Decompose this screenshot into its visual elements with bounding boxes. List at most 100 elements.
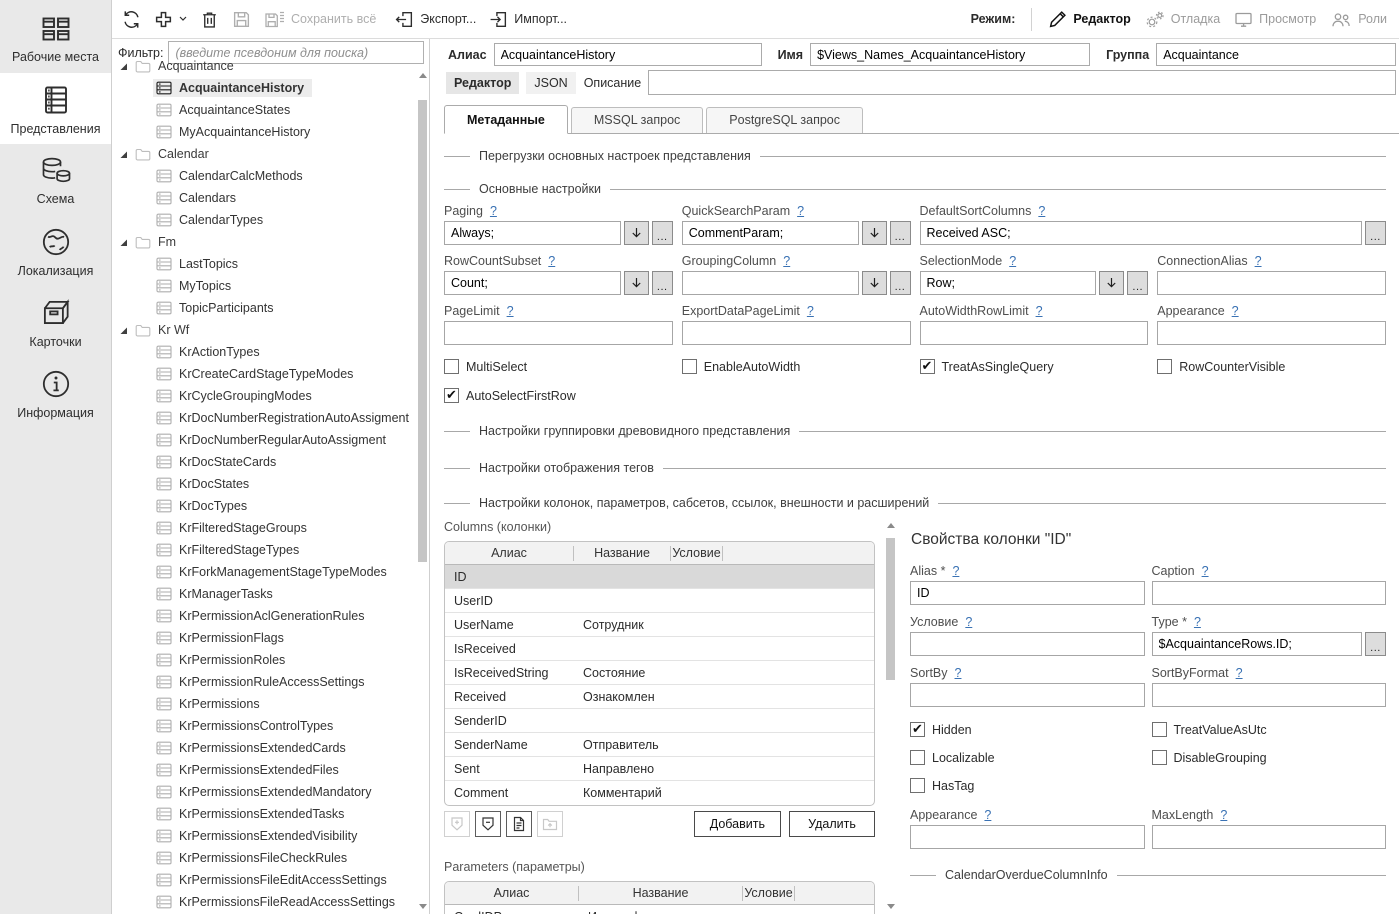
column-row[interactable]: UserName Сотрудник [445,613,874,637]
tree-node[interactable]: CalendarCalcMethods [112,165,416,187]
checkbox-row[interactable]: TreatAsSingleQuery [920,359,1149,374]
tree-node[interactable]: KrPermissionRoles [112,649,416,671]
tree-node[interactable]: KrPermissionsExtendedVisibility [112,825,416,847]
tree-node[interactable]: KrPermissionsExtendedTasks [112,803,416,825]
tree-scrollbar[interactable] [416,67,429,914]
help-link[interactable]: ? [490,204,497,218]
save-all-button[interactable]: Сохранить всё [264,10,376,29]
help-link[interactable]: ? [1038,204,1045,218]
import-button[interactable]: Импорт... [489,10,567,29]
groupingcolumn-more-button[interactable]: ... [890,271,911,295]
tree-node[interactable]: KrPermissionAclGenerationRules [112,605,416,627]
mode-editor[interactable]: Редактор [1048,10,1130,29]
column-condition-input[interactable] [910,632,1145,656]
rowcountsubset-dropdown-button[interactable] [624,271,649,295]
column-maxlength-input[interactable] [1152,825,1387,849]
column-row[interactable]: Sent Направлено [445,757,874,781]
rowcountsubset-more-button[interactable]: ... [652,271,673,295]
tree-node[interactable]: KrCycleGroupingModes [112,385,416,407]
rowcountsubset-input[interactable] [444,271,621,295]
sidebar-item-workplaces[interactable]: Рабочие места [0,2,111,73]
column-row[interactable]: IsReceivedString Состояние [445,661,874,685]
name-input[interactable] [810,43,1090,66]
tree-node[interactable]: Fm [112,231,416,253]
column-alias-input[interactable] [910,581,1145,605]
quicksearchparam-input[interactable] [682,221,859,245]
scroll-down-icon[interactable] [884,901,897,911]
tree-node[interactable]: AcquaintanceHistory [112,77,416,99]
tree-node[interactable]: KrDocStateCards [112,451,416,473]
tree-node[interactable]: KrForkManagementStageTypeModes [112,561,416,583]
columns-scrollbar[interactable] [884,517,897,914]
checkbox-row[interactable]: EnableAutoWidth [682,359,911,374]
group-input[interactable] [1156,43,1396,66]
tree-node[interactable]: LastTopics [112,253,416,275]
scrollbar-track[interactable] [884,530,897,901]
tree-node[interactable]: TopicParticipants [112,297,416,319]
selectionmode-input[interactable] [920,271,1097,295]
add-button[interactable] [154,10,187,29]
tree-node[interactable]: KrPermissionsExtendedFiles [112,759,416,781]
delete-column-button[interactable]: Удалить [789,811,875,837]
tree-node[interactable]: Calendars [112,187,416,209]
help-link[interactable]: ? [783,254,790,268]
quicksearchparam-more-button[interactable]: ... [890,221,911,245]
checkbox[interactable] [682,359,697,374]
help-link[interactable]: ? [1036,304,1043,318]
column-row[interactable]: UserID [445,589,874,613]
tree-node[interactable]: MyTopics [112,275,416,297]
tree-node[interactable]: KrPermissionFlags [112,627,416,649]
expand-arrow-icon[interactable] [119,238,132,247]
tree-node[interactable]: KrPermissionsFileCheckRules [112,847,416,869]
paging-more-button[interactable]: ... [652,221,673,245]
tree-node[interactable]: Acquaintance [112,55,416,77]
column-row[interactable]: ID [445,565,874,589]
expand-arrow-icon[interactable] [119,150,132,159]
help-link[interactable]: ? [965,615,972,629]
tree-node[interactable]: KrManagerTasks [112,583,416,605]
sidebar-item-schema[interactable]: Схема [0,144,111,215]
pagelimit-input[interactable] [444,321,673,345]
checkbox-row[interactable]: RowCounterVisible [1157,359,1386,374]
help-link[interactable]: ? [1194,615,1201,629]
tree-node[interactable]: CalendarTypes [112,209,416,231]
checkbox-row[interactable]: Localizable [910,750,1145,765]
help-link[interactable]: ? [507,304,514,318]
parameter-row[interactable]: CardIDParam Идентификатор карточки [445,905,874,914]
checkbox[interactable] [910,778,925,793]
column-sortbyformat-input[interactable] [1152,683,1387,707]
scrollbar-track[interactable] [416,80,429,901]
scroll-down-icon[interactable] [416,901,429,911]
alias-input[interactable] [494,43,762,66]
tab[interactable]: MSSQL запрос [571,107,703,133]
column-row[interactable]: Comment Комментарий [445,781,874,805]
tree-node[interactable]: KrPermissionsFileEditAccessSettings [112,869,416,891]
checkbox-row[interactable]: DisableGrouping [1152,750,1387,765]
groupingcolumn-input[interactable] [682,271,859,295]
checkbox[interactable] [444,359,459,374]
sidebar-item-information[interactable]: Информация [0,357,111,428]
checkbox-row[interactable]: Hidden [910,722,1145,737]
checkbox[interactable] [444,388,459,403]
column-caption-input[interactable] [1152,581,1387,605]
delete-button[interactable] [200,10,219,29]
connectionalias-input[interactable] [1157,271,1386,295]
tab[interactable]: PostgreSQL запрос [706,107,863,133]
tree-node[interactable]: Kr Wf [112,319,416,341]
sidebar-item-localization[interactable]: Локализация [0,215,111,286]
defaultsortcolumns-more-button[interactable]: ... [1365,221,1386,245]
mode-roles[interactable]: Роли [1330,10,1387,29]
refresh-button[interactable] [122,10,141,29]
tree-node[interactable]: KrPermissionsFileReadAccessSettings [112,891,416,913]
add-column-button[interactable]: Добавить [694,811,781,837]
save-button[interactable] [232,10,251,29]
sidebar-item-cards[interactable]: Карточки [0,286,111,357]
selectionmode-more-button[interactable]: ... [1127,271,1148,295]
tag-minus-button[interactable] [475,811,501,837]
export-button[interactable]: Экспорт... [395,10,476,29]
help-link[interactable]: ? [807,304,814,318]
checkbox-row[interactable]: TreatValueAsUtc [1152,722,1387,737]
column-row[interactable]: IsReceived [445,637,874,661]
paging-dropdown-button[interactable] [624,221,649,245]
selectionmode-dropdown-button[interactable] [1099,271,1124,295]
